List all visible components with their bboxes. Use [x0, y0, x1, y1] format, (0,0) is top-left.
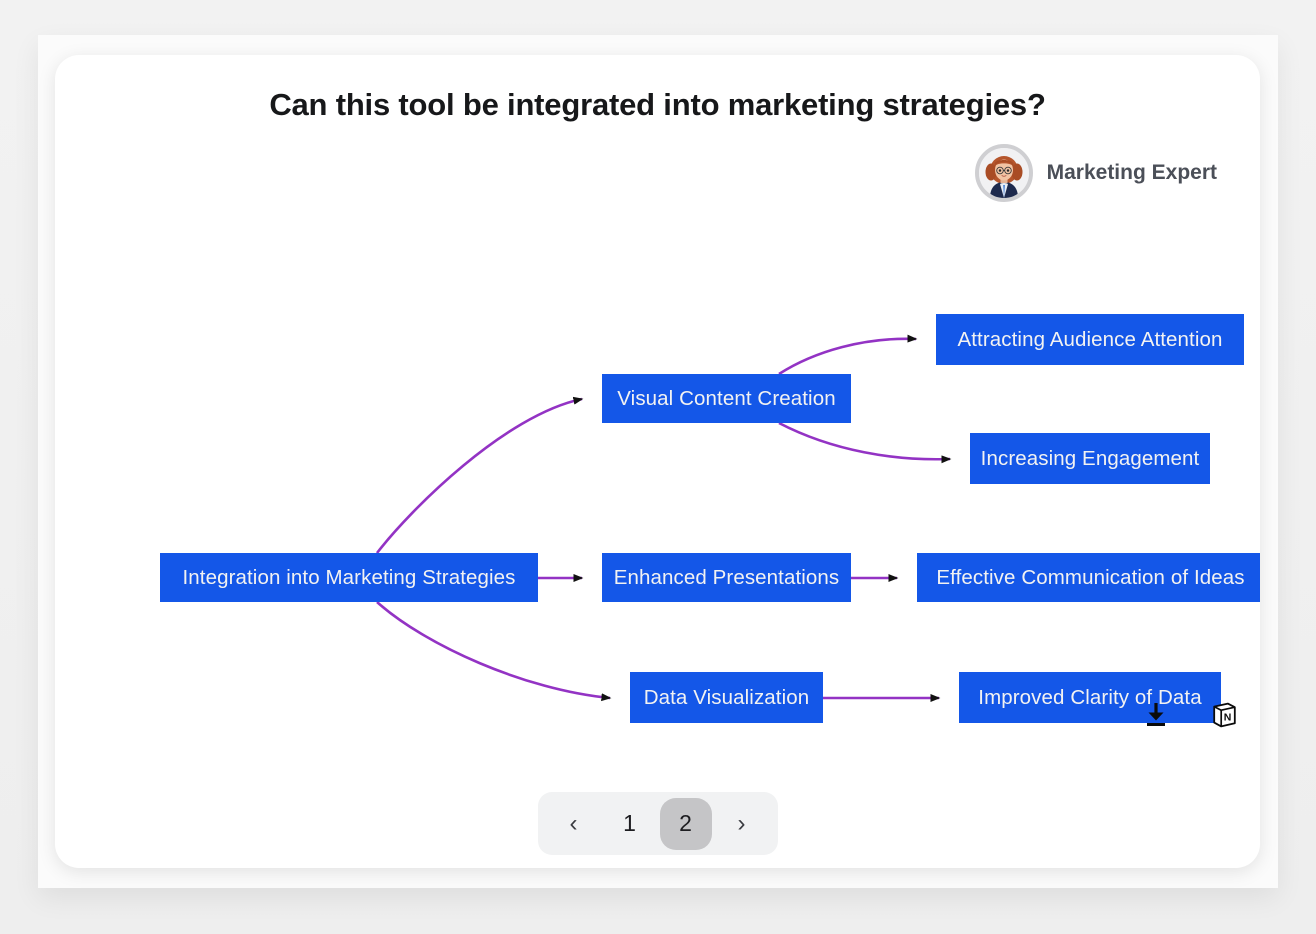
download-icon[interactable] — [1142, 700, 1170, 730]
node-attracting-audience-attention[interactable]: Attracting Audience Attention — [936, 314, 1244, 365]
node-increasing-engagement[interactable]: Increasing Engagement — [970, 433, 1210, 484]
node-root[interactable]: Integration into Marketing Strategies — [160, 553, 538, 602]
node-label: Effective Communication of Ideas — [936, 566, 1244, 590]
result-card: Can this tool be integrated into marketi… — [55, 55, 1260, 868]
page-root: Can this tool be integrated into marketi… — [0, 0, 1316, 934]
pagination-page-1[interactable]: 1 — [602, 792, 658, 855]
female-professional-avatar-icon — [975, 144, 1033, 202]
page-title: Can this tool be integrated into marketi… — [55, 87, 1260, 123]
pagination: ‹ 1 2 › — [538, 792, 778, 855]
node-visual-content-creation[interactable]: Visual Content Creation — [602, 374, 851, 423]
node-label: Attracting Audience Attention — [957, 328, 1222, 352]
node-enhanced-presentations[interactable]: Enhanced Presentations — [602, 553, 851, 602]
expert-name-label: Marketing Expert — [1047, 161, 1217, 185]
pagination-next-button[interactable]: › — [714, 792, 770, 855]
node-label: Data Visualization — [644, 686, 810, 710]
node-label: Enhanced Presentations — [614, 566, 840, 590]
node-label: Visual Content Creation — [617, 387, 835, 411]
svg-text:N: N — [1223, 712, 1231, 724]
node-effective-communication-of-ideas[interactable]: Effective Communication of Ideas — [917, 553, 1260, 602]
node-data-visualization[interactable]: Data Visualization — [630, 672, 823, 723]
expert-attribution: Marketing Expert — [975, 144, 1217, 202]
page-label: 1 — [623, 810, 636, 837]
pagination-page-2[interactable]: 2 — [658, 792, 714, 855]
page-label: 2 — [679, 810, 692, 837]
action-icons: N — [1142, 700, 1238, 730]
node-label: Integration into Marketing Strategies — [182, 566, 515, 590]
node-label: Increasing Engagement — [981, 447, 1200, 471]
notion-logo-icon[interactable]: N — [1210, 700, 1238, 730]
pagination-prev-button[interactable]: ‹ — [546, 792, 602, 855]
